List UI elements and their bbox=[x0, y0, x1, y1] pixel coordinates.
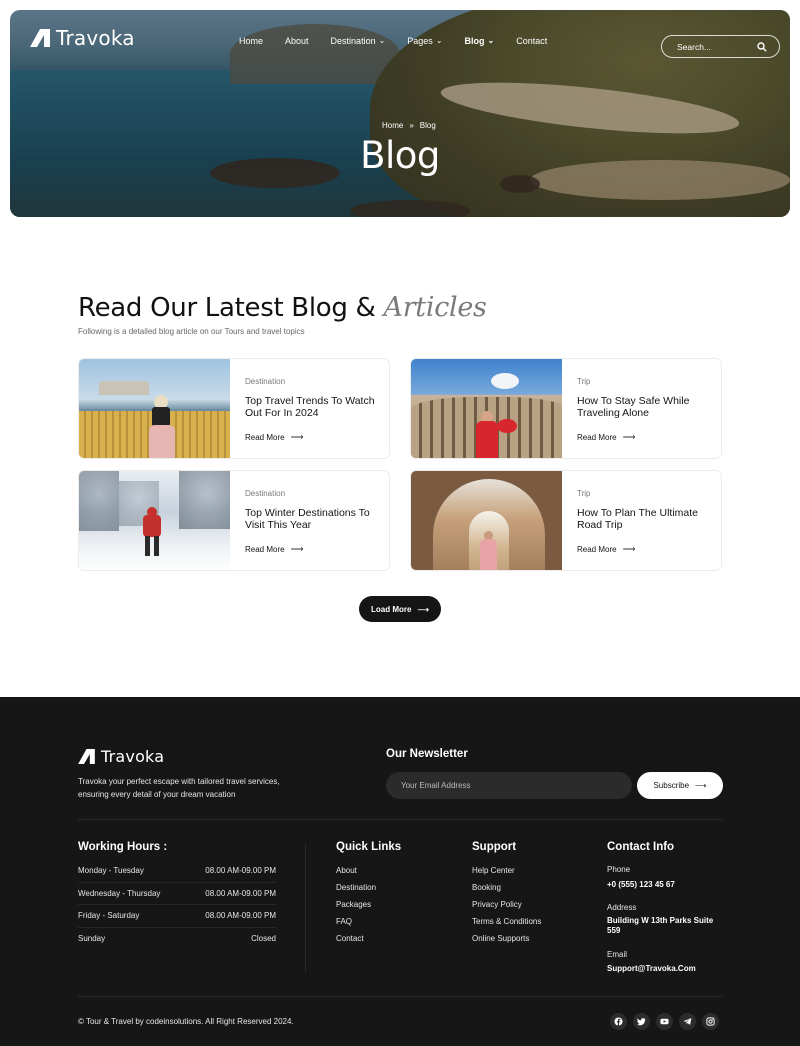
heading-accent: Articles bbox=[383, 292, 487, 323]
search-input[interactable]: Search... bbox=[661, 35, 780, 58]
load-more-button[interactable]: Load More ⟶ bbox=[359, 596, 441, 622]
blog-card-image[interactable] bbox=[411, 359, 562, 458]
contact-info-title: Contact Info bbox=[607, 841, 675, 853]
post-title[interactable]: How To Stay Safe While Traveling Alone bbox=[577, 395, 707, 420]
blog-card[interactable]: Destination Top Winter Destinations To V… bbox=[78, 470, 390, 571]
chevron-down-icon: ⌄ bbox=[378, 35, 386, 45]
quick-link-faq[interactable]: FAQ bbox=[336, 913, 376, 930]
phone-value[interactable]: +0 (555) 123 45 67 bbox=[607, 880, 722, 890]
chevron-down-icon: ⌄ bbox=[435, 35, 443, 45]
post-title[interactable]: Top Travel Trends To Watch Out For In 20… bbox=[245, 395, 375, 420]
support-links-list: Help Center Booking Privacy Policy Terms… bbox=[472, 862, 541, 947]
nav-item-contact[interactable]: Contact bbox=[516, 36, 547, 46]
read-more-link[interactable]: Read More ⟶ bbox=[245, 432, 375, 443]
post-category: Destination bbox=[245, 489, 286, 498]
nav-item-destination[interactable]: Destination ⌄ bbox=[331, 35, 386, 47]
footer-description: Travoka your perfect escape with tailore… bbox=[78, 777, 280, 799]
blog-card[interactable]: Trip How To Plan The Ultimate Road Trip … bbox=[410, 470, 722, 571]
chevron-down-icon: ⌄ bbox=[487, 35, 495, 45]
quick-link-destination[interactable]: Destination bbox=[336, 879, 376, 896]
nav-item-pages[interactable]: Pages ⌄ bbox=[407, 35, 443, 47]
facebook-icon[interactable] bbox=[610, 1013, 627, 1030]
working-hours-title: Working Hours : bbox=[78, 841, 168, 853]
youtube-icon[interactable] bbox=[656, 1013, 673, 1030]
arrow-right-icon: ⟶ bbox=[622, 544, 636, 554]
support-link-booking[interactable]: Booking bbox=[472, 879, 541, 896]
nav-item-blog[interactable]: Blog ⌄ bbox=[465, 35, 495, 47]
blog-card[interactable]: Destination Top Travel Trends To Watch O… bbox=[78, 358, 390, 459]
telegram-icon[interactable] bbox=[679, 1013, 696, 1030]
blog-card[interactable]: Trip How To Stay Safe While Traveling Al… bbox=[410, 358, 722, 459]
support-link-terms[interactable]: Terms & Conditions bbox=[472, 913, 541, 930]
breadcrumb: Home » Blog bbox=[382, 121, 436, 130]
page-title: Blog bbox=[360, 134, 440, 177]
support-title: Support bbox=[472, 841, 517, 853]
newsletter-email-field[interactable]: Your Email Address bbox=[386, 772, 632, 799]
post-category: Trip bbox=[577, 377, 591, 386]
email-label: Email bbox=[607, 950, 628, 959]
support-link-privacy[interactable]: Privacy Policy bbox=[472, 896, 541, 913]
address-label: Address bbox=[607, 903, 637, 912]
divider bbox=[78, 819, 723, 820]
read-more-link[interactable]: Read More ⟶ bbox=[577, 544, 707, 555]
arrow-right-icon: ⟶ bbox=[290, 544, 304, 554]
subscribe-button[interactable]: Subscribe ⟶ bbox=[637, 772, 723, 799]
hours-row: Friday - Saturday 08.00 AM-09.00 PM bbox=[78, 905, 276, 928]
quick-links-list: About Destination Packages FAQ Contact bbox=[336, 862, 376, 947]
brand-name: Travoka bbox=[56, 26, 135, 50]
search-icon[interactable] bbox=[757, 41, 767, 52]
arrow-right-icon: ⟶ bbox=[622, 432, 636, 442]
brand-name: Travoka bbox=[101, 747, 165, 766]
read-more-link[interactable]: Read More ⟶ bbox=[245, 544, 375, 555]
hours-row: Wednesday - Thursday 08.00 AM-09.00 PM bbox=[78, 883, 276, 905]
newsletter-title: Our Newsletter bbox=[386, 748, 468, 760]
blog-card-image[interactable] bbox=[79, 359, 230, 458]
post-title[interactable]: How To Plan The Ultimate Road Trip bbox=[577, 507, 707, 532]
copyright: © Tour & Travel by codeinsolutions. All … bbox=[78, 1017, 294, 1026]
nav-item-about[interactable]: About bbox=[285, 36, 309, 46]
blog-card-image[interactable] bbox=[411, 471, 562, 570]
breadcrumb-home[interactable]: Home bbox=[382, 121, 403, 130]
address-value: Building W 13th Parks Suite 559 bbox=[607, 916, 714, 935]
social-links bbox=[610, 1013, 719, 1030]
arrow-right-icon: ⟶ bbox=[695, 781, 707, 790]
support-link-online[interactable]: Online Supports bbox=[472, 930, 541, 947]
support-link-help-center[interactable]: Help Center bbox=[472, 862, 541, 879]
working-hours-list: Monday - Tuesday 08.00 AM-09.00 PM Wednes… bbox=[78, 860, 276, 950]
footer: Travoka Travoka your perfect escape with… bbox=[0, 697, 800, 1046]
quick-link-contact[interactable]: Contact bbox=[336, 930, 376, 947]
logo-mark-icon bbox=[30, 29, 50, 47]
instagram-icon[interactable] bbox=[702, 1013, 719, 1030]
footer-logo[interactable]: Travoka bbox=[78, 747, 164, 766]
twitter-icon[interactable] bbox=[633, 1013, 650, 1030]
email-value[interactable]: Support@Travoka.Com bbox=[607, 964, 722, 974]
hours-row: Sunday Closed bbox=[78, 934, 276, 944]
logo[interactable]: Travoka bbox=[30, 26, 135, 50]
divider bbox=[305, 843, 306, 973]
breadcrumb-current: Blog bbox=[419, 121, 436, 130]
section-heading: Read Our Latest Blog & Articles bbox=[78, 292, 487, 323]
section-subtitle: Following is a detailed blog article on … bbox=[78, 327, 305, 336]
arrow-right-icon: ⟶ bbox=[290, 432, 304, 442]
arrow-right-icon: ⟶ bbox=[417, 604, 429, 614]
divider bbox=[78, 996, 723, 997]
blog-card-image[interactable] bbox=[79, 471, 230, 570]
hero-banner: Travoka Home About Destination ⌄ Pages ⌄ B… bbox=[10, 10, 790, 217]
quick-link-packages[interactable]: Packages bbox=[336, 896, 376, 913]
nav-item-home[interactable]: Home bbox=[239, 36, 263, 46]
main-nav: Home About Destination ⌄ Pages ⌄ Blog ⌄ Con… bbox=[239, 35, 569, 47]
phone-label: Phone bbox=[607, 865, 631, 874]
hours-row: Monday - Tuesday 08.00 AM-09.00 PM bbox=[78, 860, 276, 883]
double-chevron-right-icon: » bbox=[409, 121, 414, 130]
quick-link-about[interactable]: About bbox=[336, 862, 376, 879]
read-more-link[interactable]: Read More ⟶ bbox=[577, 432, 707, 443]
post-title[interactable]: Top Winter Destinations To Visit This Ye… bbox=[245, 507, 375, 532]
post-category: Trip bbox=[577, 489, 591, 498]
quick-links-title: Quick Links bbox=[336, 841, 402, 853]
post-category: Destination bbox=[245, 377, 286, 386]
logo-mark-icon bbox=[78, 749, 95, 764]
